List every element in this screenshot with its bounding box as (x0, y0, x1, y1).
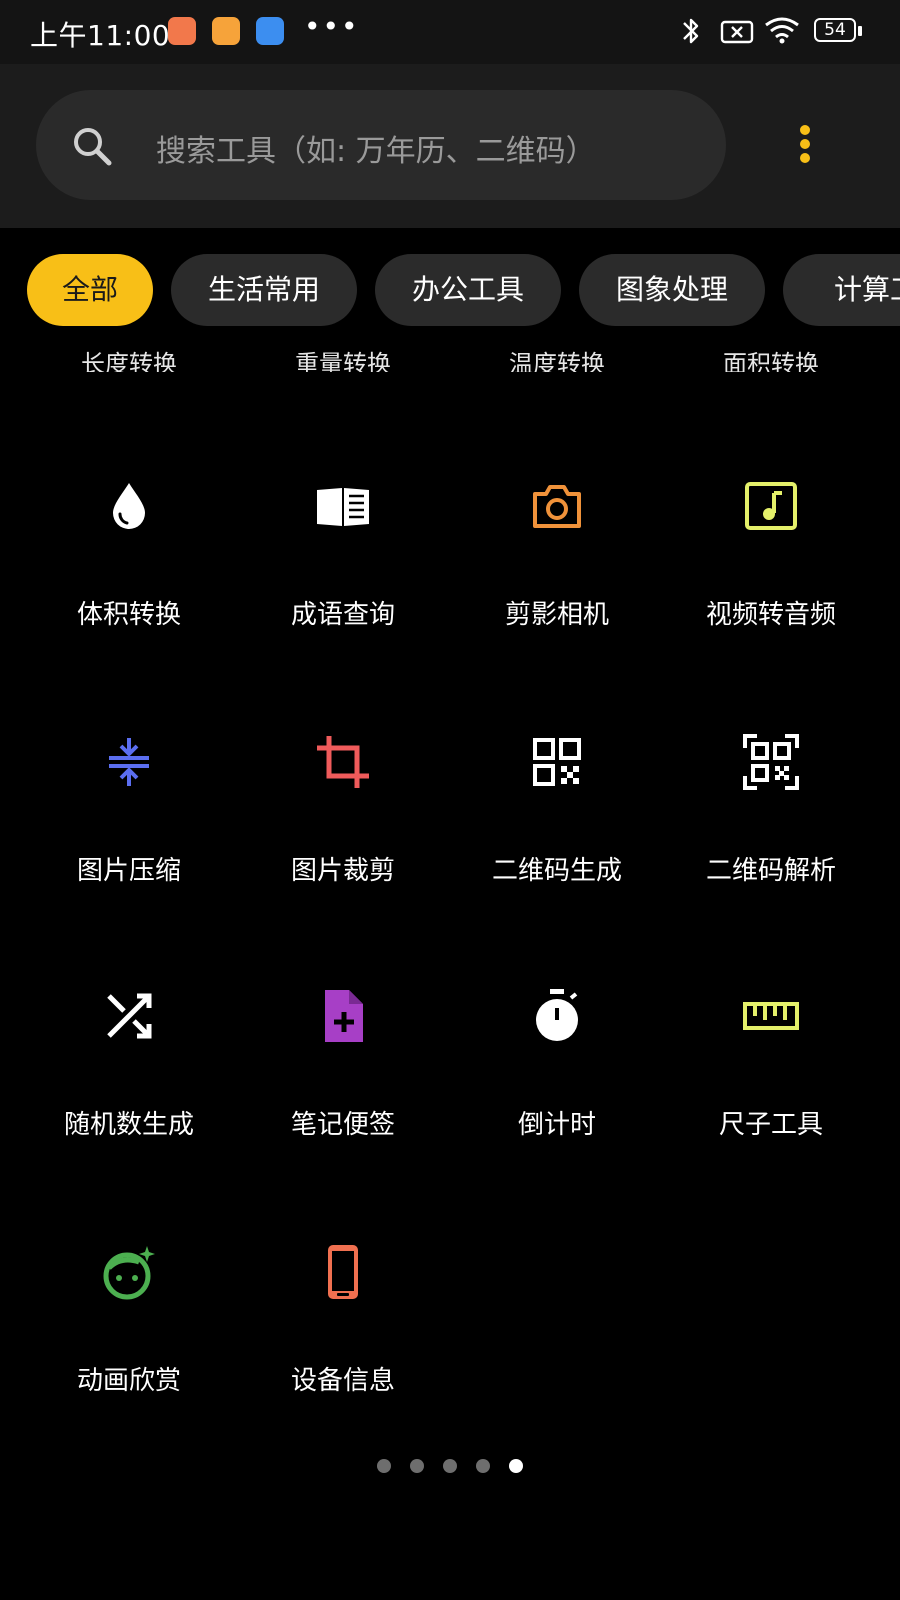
tool-idiom-lookup[interactable]: 成语查询 (236, 476, 450, 646)
tool-label: 尺子工具 (718, 1110, 823, 1140)
sim-off-icon (720, 20, 754, 44)
tool-label[interactable]: 长度转换 (22, 344, 236, 372)
tool-label: 图片裁剪 (290, 856, 395, 886)
status-time: 上午11:00 (30, 19, 171, 52)
battery-level: 54 (824, 20, 846, 40)
tool-label[interactable]: 重量转换 (236, 344, 450, 372)
tool-label: 成语查询 (290, 600, 395, 630)
battery-icon: 54 (814, 18, 864, 46)
tool-label: 二维码解析 (705, 856, 836, 886)
category-tab-office[interactable]: 办公工具 (375, 254, 561, 326)
wifi-icon (765, 17, 799, 44)
music-note-icon (745, 482, 797, 530)
tool-label: 笔记便签 (290, 1110, 395, 1140)
status-more-icon: ••• (304, 10, 360, 43)
category-tab-calc[interactable]: 计算工 (783, 254, 900, 326)
tool-ruler[interactable]: 尺子工具 (664, 986, 878, 1156)
tool-label: 二维码生成 (491, 856, 622, 886)
notification-app-icon-3 (256, 17, 284, 45)
crop-icon (317, 736, 369, 788)
status-bar: 上午11:00 ••• 54 (0, 0, 900, 64)
notification-app-icon-1 (168, 17, 196, 45)
tool-label: 倒计时 (517, 1110, 596, 1140)
book-icon (317, 488, 369, 526)
bluetooth-icon (683, 18, 699, 44)
tool-animation[interactable]: 动画欣赏 (22, 1242, 236, 1412)
tool-random-number[interactable]: 随机数生成 (22, 986, 236, 1156)
phone-icon (328, 1245, 358, 1299)
page-dot[interactable] (409, 1459, 424, 1473)
timer-icon (536, 989, 578, 1041)
qr-scan-icon (743, 734, 799, 790)
tool-label: 剪影相机 (504, 600, 609, 630)
compress-icon (109, 738, 149, 786)
tool-label: 视频转音频 (705, 600, 836, 630)
tool-label: 随机数生成 (63, 1110, 194, 1140)
tool-label: 图片压缩 (76, 856, 181, 886)
tool-label: 设备信息 (290, 1366, 395, 1396)
tool-video-to-audio[interactable]: 视频转音频 (664, 476, 878, 646)
page-dot[interactable] (443, 1459, 457, 1473)
search-input[interactable]: 搜索工具（如: 万年历、二维码） (36, 90, 726, 200)
tool-silhouette-camera[interactable]: 剪影相机 (450, 476, 664, 646)
category-tab-image[interactable]: 图象处理 (579, 254, 765, 326)
category-tab-life[interactable]: 生活常用 (171, 254, 357, 326)
tool-label[interactable]: 温度转换 (450, 344, 664, 372)
category-tab-all[interactable]: 全部 (27, 254, 153, 326)
page-dot[interactable] (376, 1459, 391, 1473)
tool-device-info[interactable]: 设备信息 (236, 1242, 450, 1412)
tool-qr-parse[interactable]: 二维码解析 (664, 732, 878, 902)
search-icon (74, 128, 112, 166)
page-dot-active[interactable] (509, 1459, 524, 1473)
qr-code-icon (533, 738, 581, 786)
tool-label: 体积转换 (76, 600, 181, 630)
page-indicator (0, 1458, 900, 1478)
ruler-icon (743, 1002, 799, 1030)
page-dot[interactable] (476, 1459, 491, 1473)
face-icon (103, 1246, 155, 1300)
tool-image-compress[interactable]: 图片压缩 (22, 732, 236, 902)
tool-countdown[interactable]: 倒计时 (450, 986, 664, 1156)
tool-label: 动画欣赏 (76, 1366, 181, 1396)
tool-qr-generate[interactable]: 二维码生成 (450, 732, 664, 902)
notification-app-icon-2 (212, 17, 240, 45)
search-placeholder: 搜索工具（如: 万年历、二维码） (156, 134, 596, 169)
shuffle-icon (107, 993, 152, 1039)
note-add-icon (325, 990, 363, 1042)
tool-label[interactable]: 面积转换 (664, 344, 878, 372)
header: 搜索工具（如: 万年历、二维码） (0, 64, 900, 228)
tool-image-crop[interactable]: 图片裁剪 (236, 732, 450, 902)
partial-tool-row: 长度转换 重量转换 温度转换 面积转换 (0, 336, 900, 372)
category-tabs: 全部 生活常用 办公工具 图象处理 计算工 (0, 254, 900, 328)
camera-icon (533, 485, 581, 528)
tool-volume-convert[interactable]: 体积转换 (22, 476, 236, 646)
water-drop-icon (113, 483, 145, 529)
tool-notes[interactable]: 笔记便签 (236, 986, 450, 1156)
more-menu-icon[interactable] (790, 124, 820, 168)
